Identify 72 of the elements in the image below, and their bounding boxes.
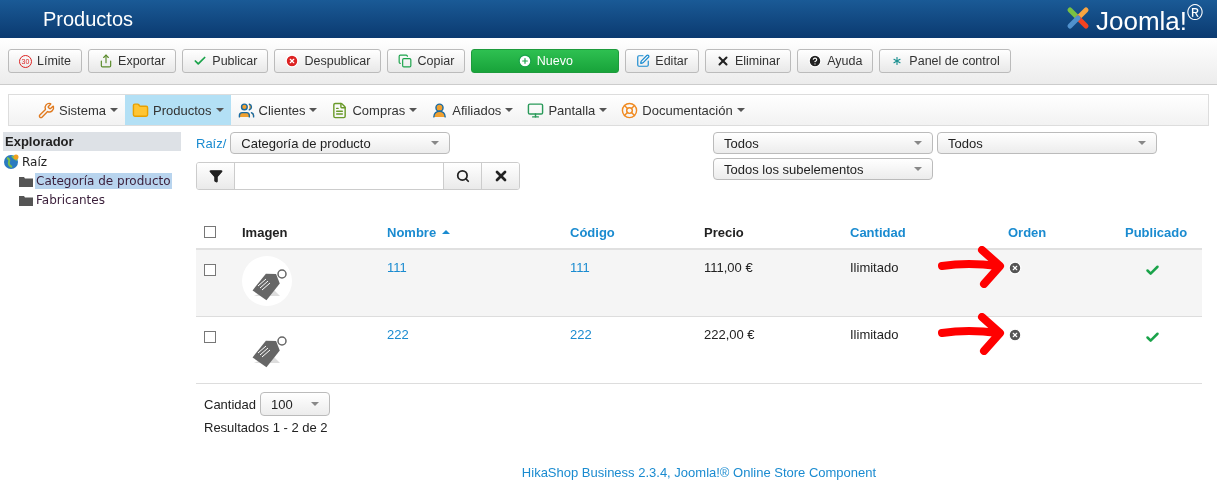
globe-icon [3, 154, 19, 170]
monitor-icon [527, 101, 545, 119]
close-icon [715, 54, 730, 68]
results-text: Resultados 1 - 2 de 2 [204, 420, 328, 435]
document-icon [331, 101, 349, 119]
lifebuoy-icon [621, 101, 639, 119]
menu-item[interactable]: Compras [324, 95, 425, 125]
plus-icon [517, 54, 532, 68]
check-icon [193, 54, 208, 68]
check-icon[interactable] [1145, 263, 1160, 278]
tree-item[interactable]: Fabricantes [35, 192, 106, 208]
quantity-select[interactable]: 100 [260, 392, 331, 416]
credit-link[interactable]: HikaShop Business 2.3.4, Joomla!® Online Store Component [521, 465, 877, 480]
checkbox[interactable] [204, 331, 216, 343]
quantity: Ilimitado [850, 327, 899, 342]
menu-item[interactable]: Afiliados [424, 95, 521, 125]
remove-icon[interactable] [1008, 261, 1022, 275]
filter-select[interactable]: Todos los subelementos [713, 158, 933, 180]
toolbar-button[interactable]: Publicar [182, 49, 269, 73]
toolbar-button[interactable]: Panel de control [879, 49, 1011, 73]
checkbox[interactable] [204, 226, 216, 238]
price: 111,00 € [704, 260, 753, 275]
price: 222,00 € [704, 327, 755, 342]
toolbar-button[interactable]: Ayuda [797, 49, 874, 73]
toolbar-button[interactable]: Editar [625, 49, 699, 73]
breadcrumb-link[interactable]: Raíz/ [196, 135, 227, 151]
column-header[interactable]: Cantidad [850, 224, 906, 240]
category-select[interactable]: Categoría de producto [230, 132, 451, 154]
copy-icon [398, 54, 413, 68]
logo-text: Joomla!$^{®}$ [1096, 0, 1203, 37]
menu-item[interactable]: Clientes [230, 95, 325, 125]
filter-select[interactable]: Todos [937, 132, 1157, 154]
toolbar-button[interactable]: Despublicar [274, 49, 382, 73]
export-icon [99, 54, 114, 68]
quantity-label: Cantidad [204, 396, 257, 412]
menu-item[interactable]: Sistema [31, 95, 125, 125]
checkbox[interactable] [204, 264, 216, 276]
menu-item[interactable]: Pantalla [520, 95, 615, 125]
toolbar-button[interactable]: Exportar [88, 49, 177, 73]
quantity: Ilimitado [850, 260, 899, 275]
menu-item[interactable]: Productos [124, 95, 231, 125]
x-circle-icon [285, 54, 300, 68]
column-header[interactable]: Nombre [387, 224, 437, 240]
product-name-link[interactable]: 222 [387, 327, 409, 342]
column-header[interactable]: Imagen [242, 224, 288, 240]
page-title: Productos [43, 7, 134, 31]
menu-item[interactable]: Documentación [614, 95, 752, 125]
folder-icon [131, 101, 149, 119]
column-header[interactable]: Precio [704, 224, 744, 240]
tree-item[interactable]: Categoría de producto [35, 173, 172, 189]
search-icon [455, 169, 470, 183]
product-code-link[interactable]: 222 [570, 327, 592, 342]
filter-icon [208, 169, 223, 183]
tag-icon [242, 256, 292, 306]
remove-icon[interactable] [1008, 328, 1022, 342]
sidebar-title: Explorador [3, 132, 181, 151]
user-icon [431, 101, 449, 119]
column-header[interactable]: Publicado [1125, 224, 1188, 240]
filter-select[interactable]: Todos [713, 132, 933, 154]
edit-icon [636, 54, 651, 68]
column-header[interactable]: Código [570, 224, 615, 240]
toolbar-button[interactable]: Copiar [387, 49, 466, 73]
folder-icon [19, 194, 33, 206]
check-icon[interactable] [1145, 330, 1160, 345]
folder-icon [19, 175, 33, 187]
users-icon [237, 101, 255, 119]
column-header[interactable]: Orden [1008, 224, 1047, 240]
help-icon [808, 54, 823, 68]
search-field[interactable] [196, 162, 520, 190]
toolbar-button[interactable]: Eliminar [704, 49, 792, 73]
wrench-icon [38, 101, 55, 119]
tree-item[interactable]: Raíz [21, 154, 49, 170]
